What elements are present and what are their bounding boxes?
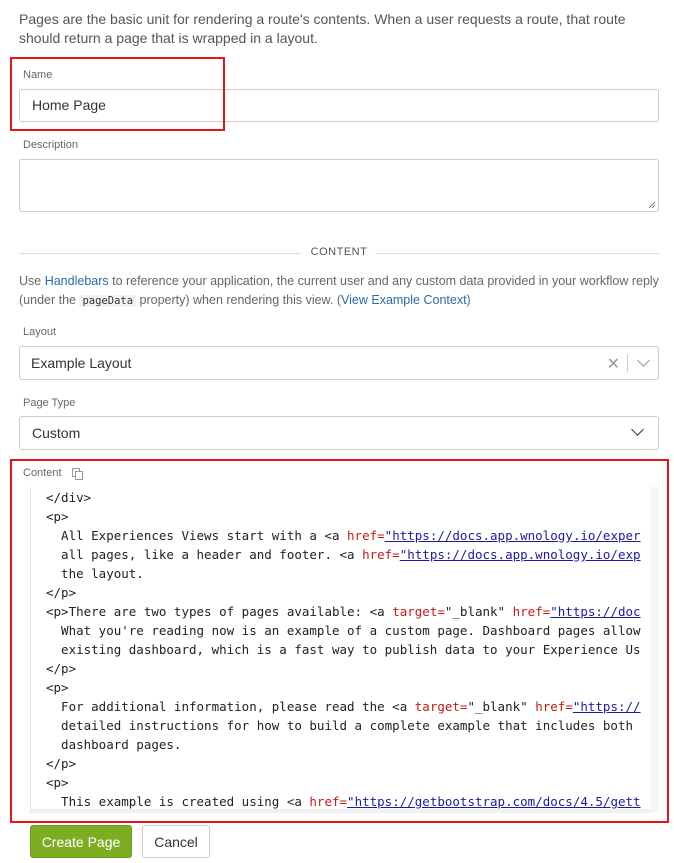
code-line: existing dashboard, which is a fast way … [46, 642, 641, 657]
code-line: What you're reading now is an example of… [46, 623, 641, 638]
name-input-value: Home Page [32, 97, 106, 113]
code-line: </p> [46, 585, 77, 600]
resize-handle-icon[interactable] [648, 201, 656, 209]
description-textarea[interactable] [19, 159, 659, 212]
code-line: <p> [46, 509, 69, 524]
handlebars-link[interactable]: Handlebars [45, 274, 109, 288]
cancel-button[interactable]: Cancel [142, 825, 210, 858]
layout-label: Layout [23, 326, 57, 338]
code-line: All Experiences Views start with a <a hr… [46, 528, 641, 543]
page-type-select[interactable]: Custom [19, 416, 659, 450]
code-line: <p> [46, 775, 69, 790]
chevron-down-icon[interactable] [631, 423, 644, 436]
name-input[interactable]: Home Page [19, 89, 659, 122]
code-line: the layout. [46, 566, 144, 581]
code-line: </p> [46, 756, 77, 771]
select-separator [627, 354, 628, 372]
content-divider-label: CONTENT [310, 246, 368, 258]
content-label: Content [23, 467, 62, 479]
code-line: detailed instructions for how to build a… [46, 718, 633, 733]
layout-select-value: Example Layout [31, 355, 132, 371]
code-line: <p> [46, 680, 69, 695]
page-data-code: pageData [79, 295, 137, 307]
copy-icon[interactable] [72, 468, 83, 480]
page-type-select-value: Custom [32, 425, 81, 441]
code-line: <p>There are two types of pages availabl… [46, 604, 641, 619]
code-line: </p> [46, 661, 77, 676]
description-label: Description [23, 139, 79, 151]
editor-vertical-scrollbar[interactable] [651, 487, 659, 813]
name-label: Name [23, 69, 53, 81]
editor-gutter [19, 487, 31, 813]
editor-horizontal-scrollbar[interactable] [31, 809, 651, 813]
view-example-context-link[interactable]: View Example Context [341, 293, 467, 307]
create-page-button[interactable]: Create Page [30, 825, 132, 858]
code-line: </div> [46, 490, 92, 505]
page-type-label: Page Type [23, 397, 76, 409]
code-line: all pages, like a header and footer. <a … [46, 547, 641, 562]
content-help-text: Use Handlebars to reference your applica… [19, 274, 659, 307]
close-icon[interactable]: ✕ [607, 354, 620, 374]
code-line: dashboard pages. [46, 737, 182, 752]
code-content: </div> <p> All Experiences Views start wi… [46, 488, 641, 811]
layout-select[interactable]: Example Layout ✕ [19, 346, 659, 380]
code-line: For additional information, please read … [46, 699, 641, 714]
chevron-down-icon[interactable] [637, 354, 650, 367]
page-intro: Pages are the basic unit for rendering a… [19, 11, 626, 46]
content-code-editor[interactable]: </div> <p> All Experiences Views start wi… [19, 487, 659, 813]
